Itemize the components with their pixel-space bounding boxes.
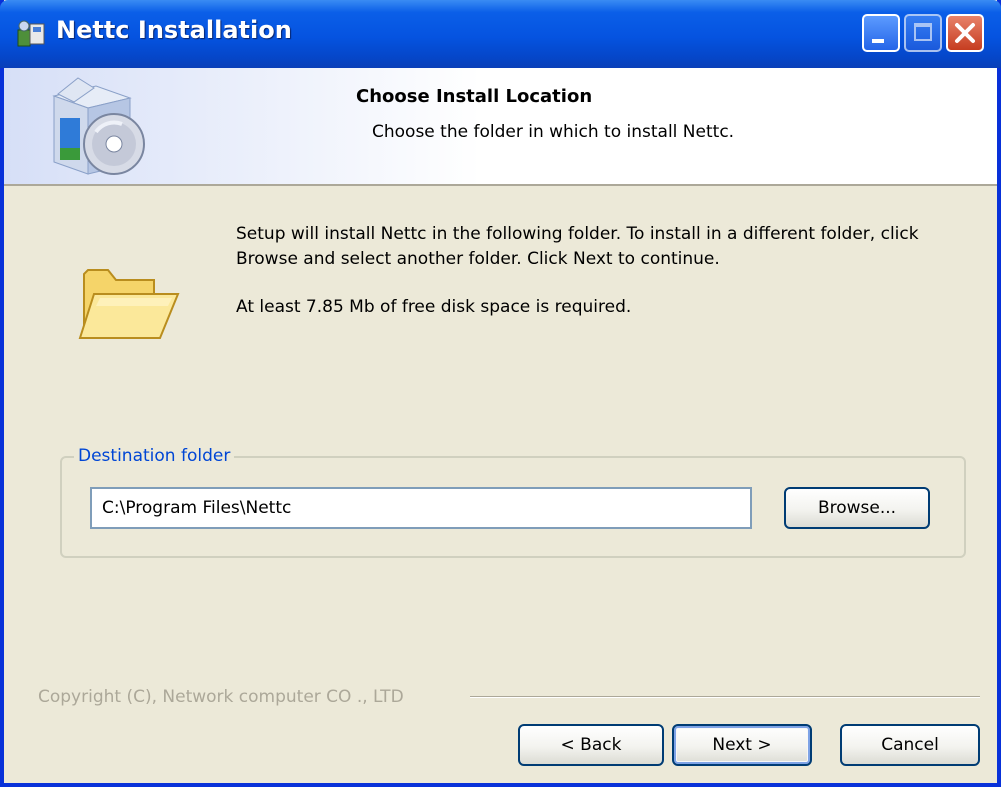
window-title: Nettc Installation [56, 16, 292, 44]
back-button[interactable]: < Back [518, 724, 664, 766]
close-button[interactable] [946, 14, 984, 52]
destination-folder-label: Destination folder [74, 446, 235, 466]
destination-path-input[interactable] [90, 487, 752, 529]
minimize-button[interactable] [862, 14, 900, 52]
next-button[interactable]: Next > [672, 724, 812, 766]
install-box-cd-icon [52, 77, 145, 175]
folder-icon [78, 269, 180, 339]
installer-app-icon [17, 20, 45, 47]
page-title: Choose Install Location [356, 86, 593, 107]
footer-divider [470, 696, 980, 698]
copyright-text: Copyright (C), Network computer CO ., LT… [38, 687, 404, 707]
page-subtitle: Choose the folder in which to install Ne… [372, 122, 735, 142]
minimize-icon [872, 39, 884, 43]
install-description: Setup will install Nettc in the followin… [236, 224, 919, 269]
browse-button[interactable]: Browse... [784, 487, 930, 529]
installer-window: Nettc Installation Choose Install Locati… [0, 0, 1001, 787]
disk-space-requirement: At least 7.85 Mb of free disk space is r… [236, 297, 632, 317]
maximize-icon [914, 23, 932, 41]
title-bar[interactable]: Nettc Installation [0, 0, 1001, 68]
cancel-button[interactable]: Cancel [840, 724, 980, 766]
maximize-button[interactable] [904, 14, 942, 52]
close-icon [955, 23, 975, 43]
wizard-header: Choose Install Location Choose the folde… [4, 68, 997, 186]
